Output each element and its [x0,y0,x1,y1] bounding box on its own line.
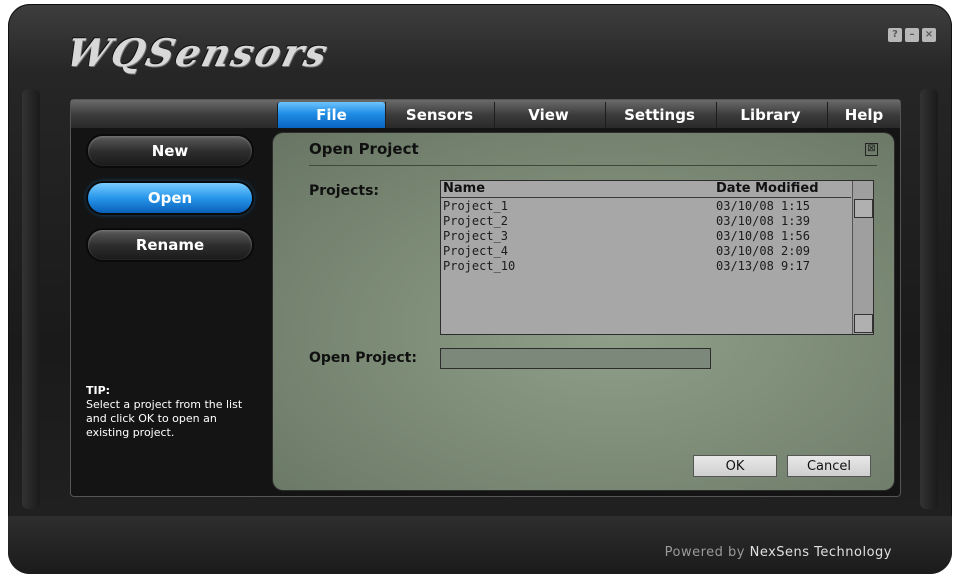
new-button[interactable]: New [88,136,252,166]
tab-sensors[interactable]: Sensors [385,102,493,128]
brand-name: NexSens Technology [749,545,892,560]
tab-help[interactable]: Help [827,102,900,128]
ok-button[interactable]: OK [693,455,777,477]
cancel-button[interactable]: Cancel [787,455,871,477]
project-date: 03/10/08 1:15 [716,199,810,213]
list-header: Name Date Modified [441,181,851,198]
scroll-up-button[interactable] [854,199,873,218]
list-item[interactable]: Project_3 03/10/08 1:56 [441,229,851,244]
project-name: Project_4 [443,244,509,258]
tab-library[interactable]: Library [716,102,824,128]
divider [309,165,877,166]
project-date: 03/10/08 1:56 [716,229,810,243]
project-name: Project_10 [443,259,516,273]
frame-right-bezel [920,89,938,509]
project-name: Project_3 [443,229,509,243]
list-item[interactable]: Project_1 03/10/08 1:15 [441,199,851,214]
open-project-field[interactable] [440,348,711,369]
menu-tab-bar: File Sensors View Settings Library Help [71,100,900,128]
rename-button[interactable]: Rename [88,230,252,260]
project-date: 03/10/08 2:09 [716,244,810,258]
dialog-title: Open Project [309,140,419,158]
tip-box: TIP: Select a project from the list and … [86,384,246,440]
tip-text: Select a project from the list and click… [86,398,243,439]
help-window-button[interactable]: ? [888,28,902,42]
column-header-date-modified[interactable]: Date Modified [716,181,819,196]
projects-label: Projects: [309,183,379,199]
project-name: Project_2 [443,214,509,228]
tab-file[interactable]: File [277,102,385,128]
powered-prefix: Powered by [664,545,750,560]
app-window: WQSensors ? – × File Sensors View Settin… [8,4,952,574]
tab-settings[interactable]: Settings [605,102,713,128]
list-scrollbar[interactable] [852,181,873,334]
main-content: File Sensors View Settings Library Help … [70,99,901,497]
close-icon[interactable]: ⊠ [865,143,878,156]
list-item[interactable]: Project_4 03/10/08 2:09 [441,244,851,259]
close-window-button[interactable]: × [922,28,936,42]
list-item[interactable]: Project_10 03/13/08 9:17 [441,259,851,274]
projects-list[interactable]: Name Date Modified Project_1 03/10/08 1:… [440,180,874,335]
open-project-dialog: Open Project ⊠ Projects: Name Date Modif… [273,133,894,490]
powered-by-text: Powered by NexSens Technology [665,545,892,560]
project-date: 03/10/08 1:39 [716,214,810,228]
project-name: Project_1 [443,199,509,213]
project-date: 03/13/08 9:17 [716,259,810,273]
scroll-down-button[interactable] [854,314,873,333]
open-button[interactable]: Open [88,183,252,213]
open-project-label: Open Project: [309,350,417,366]
frame-left-bezel [22,89,40,509]
list-rows: Project_1 03/10/08 1:15 Project_2 03/10/… [441,199,851,274]
tip-title: TIP: [86,384,111,397]
app-logo: WQSensors [61,30,335,75]
window-controls: ? – × [888,28,936,42]
minimize-window-button[interactable]: – [905,28,919,42]
list-item[interactable]: Project_2 03/10/08 1:39 [441,214,851,229]
column-header-name[interactable]: Name [443,181,485,196]
tab-view[interactable]: View [494,102,602,128]
